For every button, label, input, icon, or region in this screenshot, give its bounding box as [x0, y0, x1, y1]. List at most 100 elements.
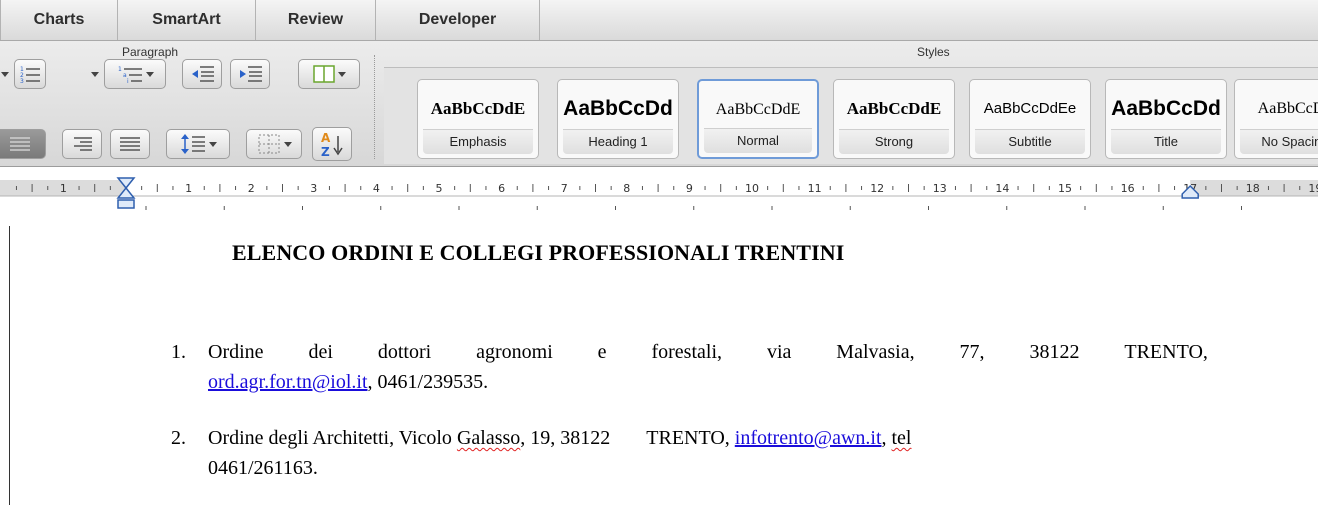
tab-review[interactable]: Review — [256, 0, 376, 40]
ruler-number: 15 — [1058, 182, 1072, 195]
paragraph-group-title: Paragraph — [122, 45, 179, 59]
tab-developer[interactable]: Developer — [376, 0, 540, 40]
borders-button[interactable] — [246, 129, 302, 159]
numbered-list-icon: 123 — [19, 64, 41, 84]
style-label: Title — [1111, 129, 1221, 154]
list-item-line: Ordine degli Architetti, Vicolo Galasso,… — [208, 427, 912, 450]
list-number: 2. — [171, 427, 186, 449]
text-run: , — [881, 427, 892, 449]
ruler-number: 19 — [1308, 182, 1318, 195]
chevron-down-icon — [283, 141, 292, 147]
horizontal-ruler[interactable]: 123456789101112131415161718191 — [0, 168, 1318, 227]
chevron-down-icon — [208, 141, 217, 147]
list-item-continuation: ord.agr.for.tn@iol.it, 0461/239535. — [0, 371, 1318, 401]
ruler-number: 3 — [310, 182, 317, 195]
ruler-number: 5 — [436, 182, 443, 195]
style-tile-title[interactable]: AaBbCcDd Title — [1105, 79, 1227, 159]
style-tile-emphasis[interactable]: AaBbCcDdE Emphasis — [417, 79, 539, 159]
bullets-dropdown-caret[interactable] — [0, 59, 10, 89]
align-left-button[interactable] — [0, 129, 46, 159]
style-tile-strong[interactable]: AaBbCcDdE Strong — [833, 79, 955, 159]
word: Malvasia, — [836, 341, 915, 363]
align-icon — [8, 134, 32, 154]
ruler-number: 16 — [1121, 182, 1135, 195]
email-link[interactable]: infotrento@awn.it — [735, 427, 882, 449]
document-title: ELENCO ORDINI E COLLEGI PROFESSIONALI TR… — [232, 240, 845, 265]
ruler-number: 1 — [60, 182, 67, 195]
line-spacing-button[interactable] — [166, 129, 230, 159]
text-run: Ordine degli Architetti, Vicolo — [208, 427, 457, 449]
decrease-indent-button[interactable] — [182, 59, 222, 89]
columns-icon — [312, 64, 335, 84]
list-number: 1. — [171, 341, 186, 363]
word: dei — [308, 341, 333, 363]
chevron-down-icon — [145, 71, 154, 77]
style-sample: AaBbCcDd — [1111, 97, 1221, 120]
word: 38122 — [1029, 341, 1080, 363]
svg-text:A: A — [321, 131, 331, 145]
ruler-scale[interactable]: 123456789101112131415161718191 — [0, 176, 1318, 216]
multilevel-list-button[interactable]: 1ai — [104, 59, 166, 89]
list-item-line: 0461/261163. — [208, 457, 318, 479]
ruler-number: 13 — [933, 182, 947, 195]
style-tile-no-spacing[interactable]: AaBbCcDd No Spacing — [1234, 79, 1318, 159]
ruler-number: 4 — [373, 182, 380, 195]
style-tile-heading-1[interactable]: AaBbCcDd Heading 1 — [557, 79, 679, 159]
align-right-icon — [70, 134, 94, 154]
align-right-button[interactable] — [62, 129, 102, 159]
ruler-number: 11 — [808, 182, 822, 195]
ribbon: Paragraph Styles 123 1ai A Z AaBbCcDdE E… — [0, 41, 1318, 167]
email-link[interactable]: ord.agr.for.tn@iol.it — [208, 371, 368, 393]
word: via — [766, 341, 792, 363]
ruler-number: 8 — [623, 182, 630, 195]
list-item-line: ord.agr.for.tn@iol.it, 0461/239535. — [208, 371, 488, 394]
increase-indent-icon — [237, 64, 263, 84]
style-sample: AaBbCcDdE — [846, 99, 942, 118]
decrease-indent-icon — [189, 64, 215, 84]
increase-indent-button[interactable] — [230, 59, 270, 89]
ruler-number: 7 — [561, 182, 568, 195]
tab-charts[interactable]: Charts — [0, 0, 118, 40]
numbered-list-button[interactable]: 123 — [14, 59, 46, 89]
list-item-continuation: 0461/261163. — [0, 457, 1318, 487]
style-tile-normal[interactable]: AaBbCcDdE Normal — [697, 79, 819, 159]
group-separator — [374, 55, 375, 159]
justify-icon — [118, 134, 142, 154]
sort-az-icon: AZ — [319, 130, 345, 158]
ruler-number: 6 — [498, 182, 505, 195]
style-label: Normal — [704, 128, 812, 153]
style-label: Heading 1 — [563, 129, 673, 154]
misspelled-word[interactable]: Galasso — [457, 427, 520, 449]
sort-button[interactable]: AZ — [312, 127, 352, 161]
ruler-number: 18 — [1246, 182, 1260, 195]
style-sample: AaBbCcDdE — [715, 101, 801, 118]
borders-icon — [257, 133, 281, 155]
word: agronomi — [476, 341, 553, 363]
contact-phone: , 0461/239535. — [367, 371, 489, 393]
tab-smartart[interactable]: SmartArt — [118, 0, 256, 40]
chevron-down-icon — [337, 71, 346, 77]
styles-group-title: Styles — [917, 45, 950, 59]
ribbon-tab-bar: Charts SmartArt Review Developer — [0, 0, 1318, 41]
svg-text:Z: Z — [321, 145, 330, 158]
misspelled-word[interactable]: tel — [892, 427, 912, 449]
text-run: TRENTO, — [646, 427, 735, 449]
style-sample: AaBbCcDdEe — [983, 100, 1077, 117]
justify-button[interactable] — [110, 129, 150, 159]
ruler-number: 14 — [995, 182, 1009, 195]
style-tile-subtitle[interactable]: AaBbCcDdEe Subtitle — [969, 79, 1091, 159]
style-sample: AaBbCcDd — [563, 97, 673, 120]
ruler-number: 1 — [185, 182, 192, 195]
word: TRENTO, — [1124, 341, 1208, 363]
ruler-number: 2 — [248, 182, 255, 195]
numbered-list-dropdown-caret[interactable] — [90, 59, 100, 89]
word: dottori — [377, 341, 432, 363]
word: Ordine — [208, 341, 264, 363]
style-label: Subtitle — [975, 129, 1085, 154]
ruler-number: 9 — [686, 182, 693, 195]
columns-button[interactable] — [298, 59, 360, 89]
style-label: Emphasis — [423, 129, 533, 154]
line-spacing-icon — [180, 133, 206, 155]
word: forestali, — [651, 341, 723, 363]
list-item: 2. Ordine degli Architetti, Vicolo Galas… — [0, 427, 1318, 457]
